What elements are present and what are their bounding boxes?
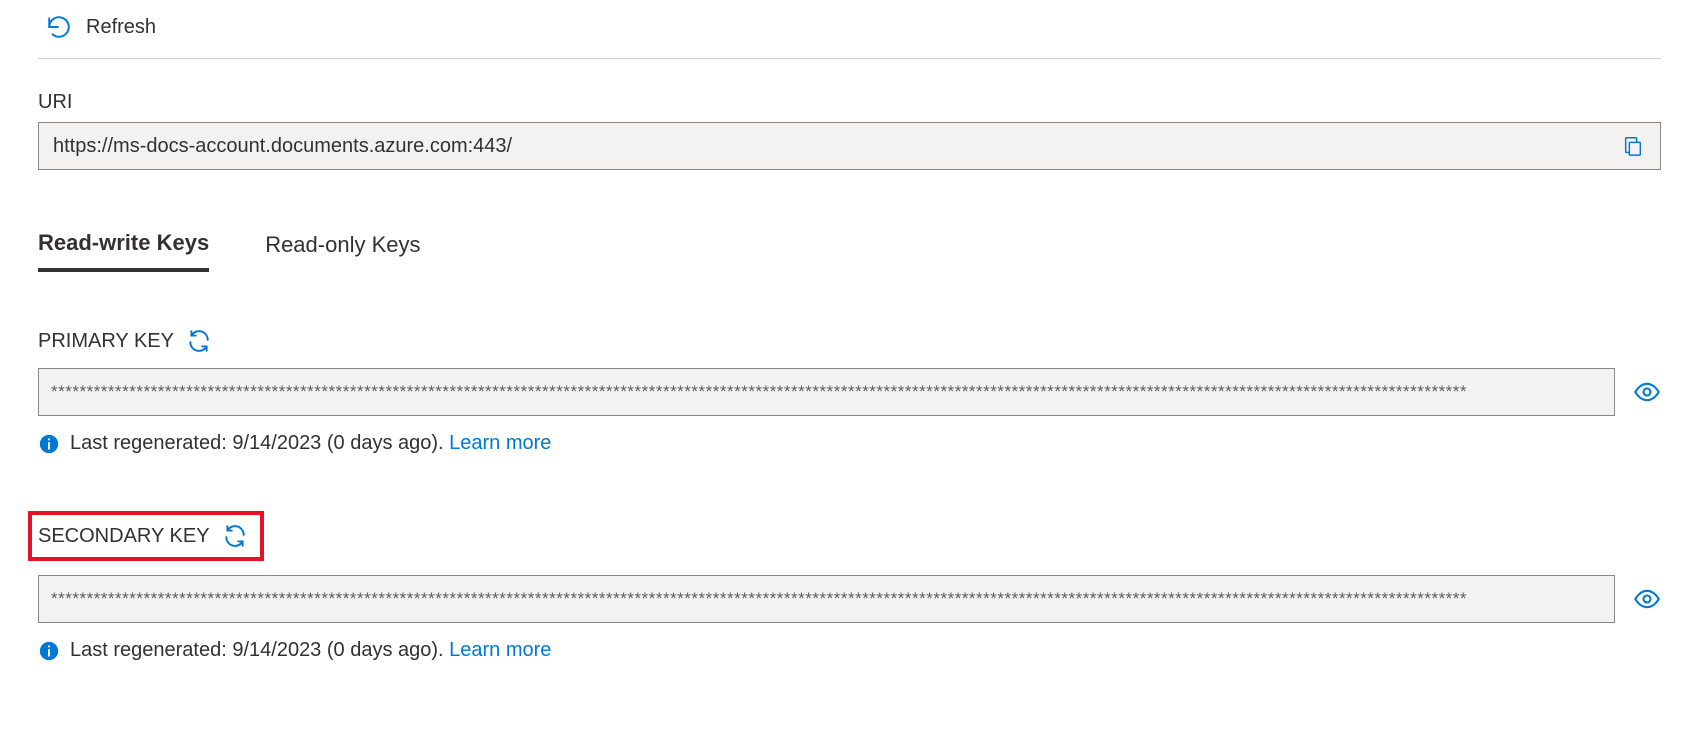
refresh-button[interactable]: Refresh [38, 10, 164, 44]
toolbar: Refresh [38, 0, 1661, 59]
uri-label: URI [38, 91, 1661, 114]
uri-field [38, 122, 1661, 170]
copy-uri-button[interactable] [1618, 135, 1648, 157]
tab-read-write-keys[interactable]: Read-write Keys [38, 230, 209, 272]
primary-key-label: PRIMARY KEY [38, 330, 174, 353]
secondary-key-label: SECONDARY KEY [38, 525, 210, 548]
refresh-icon [46, 14, 72, 40]
secondary-key-info-msg: Last regenerated: 9/14/2023 (0 days ago)… [70, 639, 449, 661]
secondary-key-value: ****************************************… [51, 589, 1467, 609]
eye-icon [1633, 585, 1661, 613]
primary-key-info-row: Last regenerated: 9/14/2023 (0 days ago)… [38, 432, 1661, 455]
secondary-learn-more-link[interactable]: Learn more [449, 639, 551, 661]
show-primary-key-button[interactable] [1633, 378, 1661, 406]
keys-tabs: Read-write Keys Read-only Keys [38, 230, 1661, 272]
secondary-key-section: SECONDARY KEY **************************… [38, 511, 1661, 662]
info-icon [38, 433, 60, 455]
copy-icon [1622, 135, 1644, 157]
info-icon [38, 640, 60, 662]
primary-key-info-text: Last regenerated: 9/14/2023 (0 days ago)… [70, 432, 551, 455]
primary-key-info-msg: Last regenerated: 9/14/2023 (0 days ago)… [70, 432, 449, 454]
secondary-key-field: ****************************************… [38, 575, 1615, 623]
secondary-key-header: SECONDARY KEY [28, 511, 264, 561]
primary-key-value: ****************************************… [51, 382, 1467, 402]
regenerate-icon [186, 328, 212, 354]
refresh-label: Refresh [86, 16, 156, 39]
primary-learn-more-link[interactable]: Learn more [449, 432, 551, 454]
primary-key-section: PRIMARY KEY ****************************… [38, 328, 1661, 455]
primary-key-header: PRIMARY KEY [38, 328, 1661, 354]
secondary-key-info-row: Last regenerated: 9/14/2023 (0 days ago)… [38, 639, 1661, 662]
show-secondary-key-button[interactable] [1633, 585, 1661, 613]
secondary-key-info-text: Last regenerated: 9/14/2023 (0 days ago)… [70, 639, 551, 662]
tab-read-only-keys[interactable]: Read-only Keys [265, 230, 420, 272]
uri-input[interactable] [51, 134, 1618, 159]
secondary-key-row: ****************************************… [38, 575, 1661, 623]
primary-key-field: ****************************************… [38, 368, 1615, 416]
regenerate-secondary-key-button[interactable] [222, 523, 248, 549]
regenerate-icon [222, 523, 248, 549]
eye-icon [1633, 378, 1661, 406]
regenerate-primary-key-button[interactable] [186, 328, 212, 354]
primary-key-row: ****************************************… [38, 368, 1661, 416]
